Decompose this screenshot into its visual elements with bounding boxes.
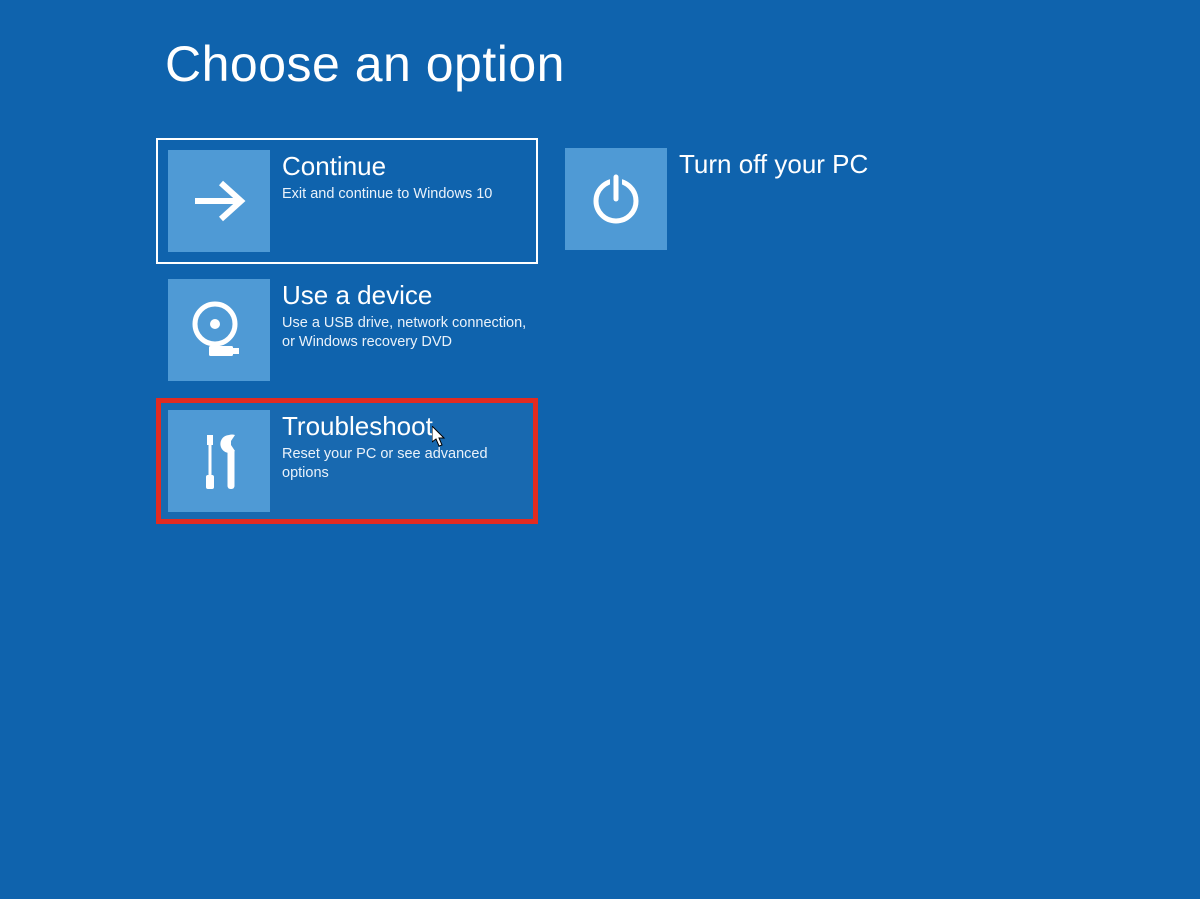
power-icon [565,148,667,250]
winre-choose-option-screen: Choose an option Continue Exit and conti… [0,0,1200,899]
turn-off-tile[interactable]: Turn off your PC [565,148,935,250]
troubleshoot-desc: Reset your PC or see advanced options [282,445,526,484]
continue-tile[interactable]: Continue Exit and continue to Windows 10 [156,138,538,264]
use-device-desc: Use a USB drive, network connection, or … [282,314,532,353]
troubleshoot-title: Troubleshoot [282,412,526,441]
arrow-right-icon [168,150,270,252]
turn-off-title: Turn off your PC [679,150,868,179]
use-device-tile[interactable]: Use a device Use a USB drive, network co… [168,279,538,381]
disc-usb-icon [168,279,270,381]
continue-title: Continue [282,152,492,181]
use-device-title: Use a device [282,281,532,310]
page-title: Choose an option [165,35,565,93]
continue-desc: Exit and continue to Windows 10 [282,185,492,205]
tools-icon [168,410,270,512]
troubleshoot-tile[interactable]: Troubleshoot Reset your PC or see advanc… [156,398,538,524]
